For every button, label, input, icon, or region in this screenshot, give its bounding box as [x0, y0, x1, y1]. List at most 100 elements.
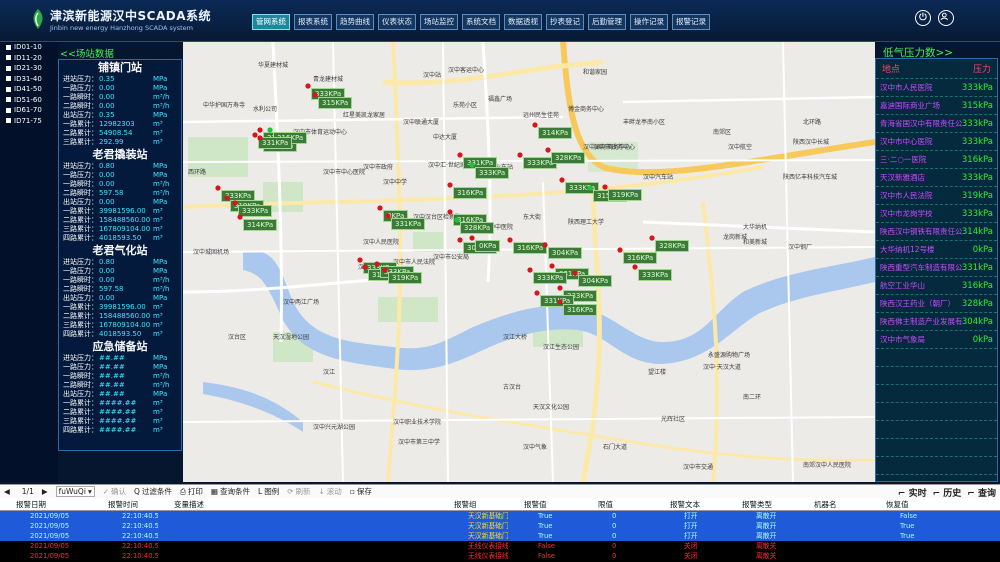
alarm-cell-text: 关闭 [684, 542, 698, 550]
id-group-item[interactable]: ID21-30 [0, 63, 58, 74]
nav-item[interactable]: 仪表状态 [378, 14, 416, 30]
pressure-row[interactable]: 青海省国汉中有限责任公司 333kPa [876, 115, 997, 133]
power-icon[interactable] [915, 10, 931, 26]
map-poi-label: 汉中·天汉大道 [703, 364, 741, 371]
pressure-row[interactable]: 汉中市人民医院 333kPa [876, 79, 997, 97]
map-poi-label: 汉中航空 [728, 144, 753, 151]
pressure-row[interactable]: 汉中市气象局 0kPa [876, 331, 997, 349]
alarm-cell-restore: False [900, 512, 918, 520]
realtime-button[interactable]: ⌐ 实时 [898, 486, 927, 499]
user-select[interactable]: fuWuQi ▾ [55, 486, 95, 497]
pressure-value: 304kPa [961, 316, 993, 327]
pressure-tag[interactable]: 314KPa [243, 219, 278, 231]
map-poi-label: 和谐家园 [583, 69, 608, 76]
alarm-row[interactable]: 2021/09/05 22:10:40.551 天汉新基础门站 True 0 打开 离散开 F… [0, 511, 1000, 521]
pressure-row[interactable]: 陕西重型汽车制造有限公司 331kPa [876, 259, 997, 277]
pressure-tag[interactable]: 328KPa [460, 222, 495, 234]
pressure-tag[interactable]: 328KPa [551, 152, 586, 164]
nav-item[interactable]: 报警记录 [672, 14, 710, 30]
pressure-tag[interactable]: 316KPa [623, 252, 658, 264]
pressure-tag[interactable]: 333KPa [238, 205, 273, 217]
nav-item[interactable]: 操作记录 [630, 14, 668, 30]
pressure-tag[interactable]: 316KPa [563, 304, 598, 316]
alarm-column-header[interactable]: 恢复值 [870, 498, 990, 510]
station-row-label: 四路累计： [63, 330, 98, 338]
id-group-item[interactable]: ID51-60 [0, 95, 58, 106]
id-group-item[interactable]: ID01-10 [0, 42, 58, 53]
alarm-row[interactable]: 2021/09/05 22:10:40.551 无线仪表接线 False 0 关闭 离散关 [0, 541, 1000, 551]
pressure-tag[interactable]: 0KPa [475, 240, 501, 252]
search-button[interactable]: ⌐ 查询 [967, 486, 996, 499]
nav-item[interactable]: 抄表登记 [546, 14, 584, 30]
alarm-cell-limit: 0 [612, 542, 617, 550]
station-row-value: 597.58 [99, 189, 124, 197]
pressure-tag[interactable]: 304KPa [548, 247, 583, 259]
id-group-item[interactable]: ID41-50 [0, 84, 58, 95]
map-view[interactable]: 华夏建材城 青龙建材城 汉中站 汉中客运中心 和谐家园 中华护国万寿寺 水利公司 乐苑小区 福鑫… [183, 42, 875, 482]
pressure-tag[interactable]: 304KPa [578, 275, 613, 287]
id-group-item[interactable]: ID31-40 [0, 74, 58, 85]
alarm-column-header[interactable]: 报警日期 [0, 498, 92, 510]
pressure-row[interactable]: 陕西汉王药业（朝厂） 328kPa [876, 295, 997, 313]
nav-item[interactable]: 管网系统 [252, 14, 290, 30]
save-button[interactable]: ▫ 保存 [350, 486, 372, 497]
nav-item[interactable]: 场站监控 [420, 14, 458, 30]
pressure-row[interactable]: 陕西佛主制造产业发展有限公司304kPa [876, 313, 997, 331]
pressure-row[interactable]: 大华纳机12号楼 0kPa [876, 241, 997, 259]
nav-item[interactable]: 系统文档 [462, 14, 500, 30]
pressure-row[interactable]: 陕西汉中钢铁有限责任公司 314kPa [876, 223, 997, 241]
nav-item[interactable]: 报表系统 [294, 14, 332, 30]
pressure-tag[interactable]: 333KPa [475, 167, 510, 179]
pressure-tag[interactable]: 319KPa [608, 189, 643, 201]
pressure-tag[interactable]: 328KPa [655, 240, 690, 252]
pressure-tag[interactable]: 333KPa [638, 269, 673, 281]
history-button[interactable]: ⌐ 历史 [933, 486, 962, 499]
pressure-tag[interactable]: 333KPa [533, 272, 568, 284]
pressure-row[interactable]: 天汉新雅酒店 333kPa [876, 169, 997, 187]
pressure-row[interactable]: 汉中市中心医院 333kPa [876, 133, 997, 151]
filter-button[interactable]: Q 过滤条件 [134, 486, 172, 497]
pressure-tag[interactable]: 315KPa [318, 97, 353, 109]
id-group-item[interactable]: ID71-75 [0, 116, 58, 127]
pressure-row[interactable]: 汉中市龙岗学校 333kPa [876, 205, 997, 223]
nav-item[interactable]: 趋势曲线 [336, 14, 374, 30]
station-data-row: 一路瞬时： 0.00 m³/h [59, 276, 181, 285]
pressure-tag[interactable]: 331KPa [258, 137, 293, 149]
alarm-column-header[interactable]: 报警类型 [726, 498, 798, 510]
confirm-button[interactable]: ✓ 确认 [103, 486, 126, 497]
scroll-button[interactable]: ↓ 滚动 [318, 486, 341, 497]
id-group-item[interactable]: ID61-70 [0, 105, 58, 116]
print-button[interactable]: ⎙ 打印 [180, 486, 203, 497]
query-button[interactable]: ▦ 查询条件 [211, 486, 250, 497]
pressure-tag[interactable]: 314KPa [538, 127, 573, 139]
save-label: 保存 [356, 487, 372, 496]
alarm-column-header[interactable]: 限值 [582, 498, 654, 510]
alarm-row[interactable]: 2021/09/05 22:10:40.551 天汉新基础门站 True 0 打开 离散开 T… [0, 531, 1000, 541]
alarm-column-header[interactable]: 变量描述 [158, 498, 438, 510]
refresh-button[interactable]: ⟳ 刷新 [287, 486, 310, 497]
nav-item[interactable]: 后勤管理 [588, 14, 626, 30]
next-page-button[interactable]: ▶ [42, 487, 48, 496]
pressure-tag[interactable]: 331KPa [391, 218, 426, 230]
pressure-row[interactable]: 航空工业华山 316kPa [876, 277, 997, 295]
map-poi-label: 汉中客运中心 [448, 67, 485, 74]
pressure-row[interactable]: 汉中市人民法院 319kPa [876, 187, 997, 205]
alarm-row[interactable]: 2021/09/05 22:10:40.551 天汉新基础门站 True 0 打开 离散开 T… [0, 521, 1000, 531]
legend-button[interactable]: L 图例 [258, 486, 279, 497]
alarm-column-header[interactable]: 报警时间 [92, 498, 158, 510]
alarm-column-header[interactable]: 机器名 [798, 498, 870, 510]
nav-item[interactable]: 数据透视 [504, 14, 542, 30]
alarm-column-header[interactable]: 报警文本 [654, 498, 726, 510]
alarm-cell-date: 2021/09/05 [30, 542, 70, 550]
pressure-tag[interactable]: 316KPa [513, 242, 548, 254]
alarm-column-header[interactable]: 报警值 [508, 498, 582, 510]
first-page-button[interactable]: ◀ [4, 487, 10, 496]
alarm-column-header[interactable]: 报警组 [438, 498, 508, 510]
pressure-row[interactable]: 三·二○一医院 316kPa [876, 151, 997, 169]
alarm-row[interactable]: 2021/09/05 22:10:40.551 无线仪表接线 False 0 关闭 离散关 [0, 551, 1000, 561]
id-group-item[interactable]: ID11-20 [0, 53, 58, 64]
pressure-tag[interactable]: 319KPa [388, 272, 423, 284]
user-icon[interactable] [938, 10, 954, 26]
pressure-tag[interactable]: 316KPa [453, 187, 488, 199]
pressure-row[interactable]: 嘉迪国际商业广场 315kPa [876, 97, 997, 115]
